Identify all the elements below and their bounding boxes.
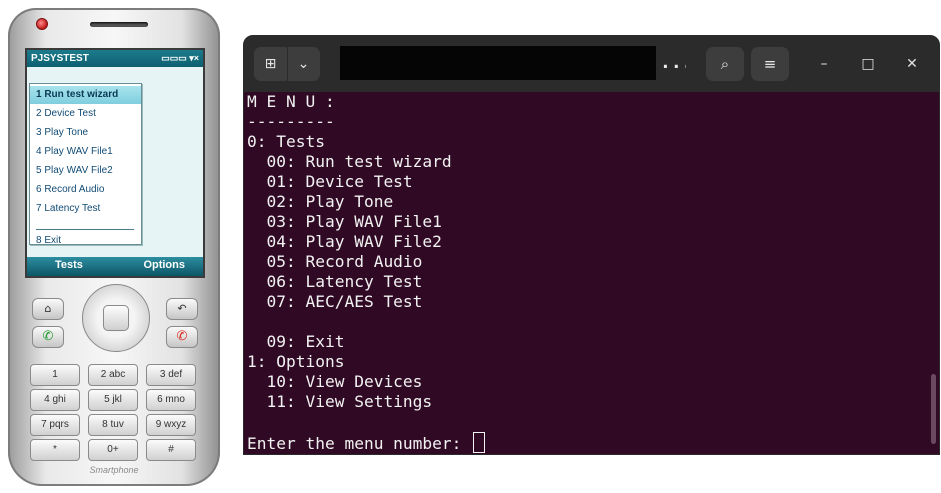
terminal-line: 03: Play WAV File1	[247, 212, 442, 231]
new-tab-group: ⊞ ⌄	[254, 47, 320, 81]
key-2[interactable]: 2 abc	[88, 364, 138, 386]
terminal-line: M E N U :	[247, 92, 335, 111]
menu-separator	[36, 229, 134, 230]
key-1[interactable]: 1	[30, 364, 80, 386]
terminal-window: ⊞ ⌄ ... ⌕ ≡ – □ ✕ M E N U : --------- 0:…	[243, 35, 940, 455]
window-title-ellipsis: ...	[660, 52, 686, 73]
smartphone-logo: Smartphone	[89, 465, 139, 475]
call-key[interactable]: ✆	[32, 326, 64, 348]
phone-screen-body: 1 Run test wizard 2 Device Test 3 Play T…	[27, 67, 203, 257]
key-8[interactable]: 8 tuv	[88, 414, 138, 436]
softkey-tests[interactable]: Tests	[55, 259, 83, 271]
menu-item-run-test-wizard[interactable]: 1 Run test wizard	[30, 86, 141, 104]
phone-title-bar: PJSYSTEST ▭▭▭ ▾×	[27, 50, 203, 67]
key-6[interactable]: 6 mno	[146, 389, 196, 411]
terminal-line: 06: Latency Test	[247, 272, 423, 291]
back-key[interactable]: ↶	[166, 298, 198, 320]
phone-navigation-keys: ⌂ ↶ ✆ ✆	[24, 284, 204, 356]
speaker-grille	[90, 22, 148, 27]
close-icon[interactable]: ✕	[900, 52, 924, 76]
end-call-key[interactable]: ✆	[166, 326, 198, 348]
terminal-line: ---------	[247, 112, 335, 131]
prompt-text: Enter the menu number:	[247, 434, 472, 453]
terminal-line: 01: Device Test	[247, 172, 413, 191]
terminal-line: 0: Tests	[247, 132, 325, 151]
menu-item-play-tone[interactable]: 3 Play Tone	[30, 124, 141, 142]
softkey-bar: Tests Options	[27, 257, 203, 276]
terminal-line: 1: Options	[247, 352, 345, 371]
terminal-line: 00: Run test wizard	[247, 152, 452, 171]
terminal-scrollbar[interactable]	[931, 374, 936, 444]
terminal-line: 11: View Settings	[247, 392, 433, 411]
terminal-line: 09: Exit	[247, 332, 345, 351]
phone-screen: PJSYSTEST ▭▭▭ ▾× 1 Run test wizard 2 Dev…	[25, 48, 205, 278]
hamburger-menu-icon[interactable]: ≡	[751, 47, 789, 81]
terminal-line: 10: View Devices	[247, 372, 423, 391]
phone-top	[30, 14, 198, 36]
terminal-line: 07: AEC/AES Test	[247, 292, 423, 311]
key-3[interactable]: 3 def	[146, 364, 196, 386]
menu-item-play-wav-file1[interactable]: 4 Play WAV File1	[30, 143, 141, 161]
terminal-output[interactable]: M E N U : --------- 0: Tests 00: Run tes…	[244, 92, 939, 454]
menu-item-record-audio[interactable]: 6 Record Audio	[30, 181, 141, 199]
smartphone-emulator: PJSYSTEST ▭▭▭ ▾× 1 Run test wizard 2 Dev…	[8, 8, 220, 486]
terminal-line: 02: Play Tone	[247, 192, 394, 211]
text-cursor[interactable]	[473, 432, 486, 453]
key-4[interactable]: 4 ghi	[30, 389, 80, 411]
softkey-options[interactable]: Options	[143, 259, 185, 271]
minimize-icon[interactable]: –	[812, 52, 836, 76]
home-key[interactable]: ⌂	[32, 298, 64, 320]
tests-menu-popup: 1 Run test wizard 2 Device Test 3 Play T…	[29, 83, 142, 246]
key-7[interactable]: 7 pqrs	[30, 414, 80, 436]
led-icon	[36, 18, 48, 30]
key-5[interactable]: 5 jkl	[88, 389, 138, 411]
terminal-titlebar[interactable]: ⊞ ⌄ ... ⌕ ≡ – □ ✕	[244, 36, 939, 92]
menu-item-latency-test[interactable]: 7 Latency Test	[30, 200, 141, 218]
search-icon[interactable]: ⌕	[706, 47, 744, 81]
key-star[interactable]: *	[30, 439, 80, 461]
new-tab-icon[interactable]: ⊞	[254, 47, 288, 81]
menu-item-device-test[interactable]: 2 Device Test	[30, 105, 141, 123]
window-title: ...	[340, 46, 686, 80]
dpad-center-button[interactable]	[103, 305, 129, 331]
chevron-down-icon[interactable]: ⌄	[287, 47, 320, 81]
terminal-line: 04: Play WAV File2	[247, 232, 442, 251]
signal-battery-icon: ▭▭▭ ▾×	[161, 53, 199, 63]
maximize-icon[interactable]: □	[856, 52, 880, 76]
key-9[interactable]: 9 wxyz	[146, 414, 196, 436]
menu-item-play-wav-file2[interactable]: 5 Play WAV File2	[30, 162, 141, 180]
terminal-prompt-line: Enter the menu number:	[247, 432, 486, 453]
menu-item-exit[interactable]: 8 Exit	[30, 232, 141, 250]
key-hash[interactable]: #	[146, 439, 196, 461]
terminal-line: 05: Record Audio	[247, 252, 423, 271]
key-0[interactable]: 0+	[88, 439, 138, 461]
dpad[interactable]	[82, 284, 150, 352]
phone-app-title: PJSYSTEST	[31, 53, 89, 64]
